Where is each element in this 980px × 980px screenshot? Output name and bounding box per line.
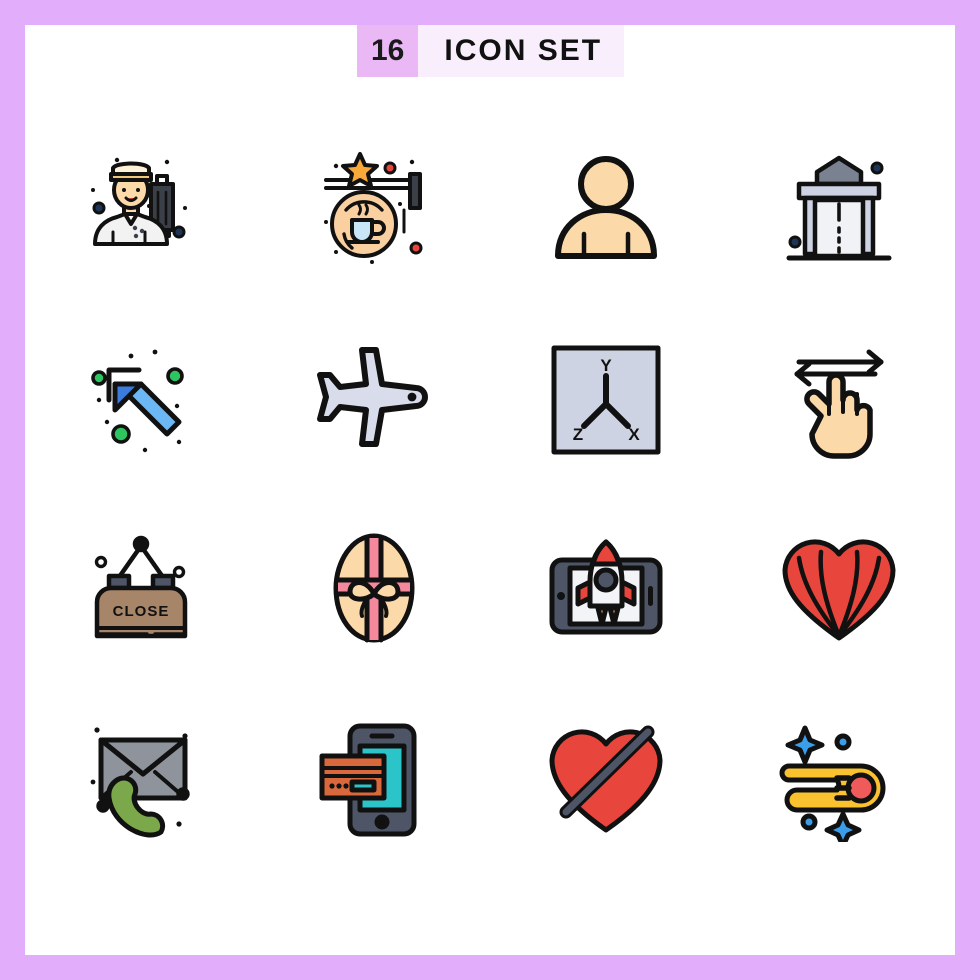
icon-cell-bellboy-with-luggage[interactable] (25, 115, 258, 305)
icon-cell-comet[interactable] (723, 685, 956, 875)
mobile-card-payment-icon (319, 723, 417, 837)
close-sign-text: CLOSE (113, 603, 170, 620)
airplane-icon (316, 347, 428, 447)
page-title: ICON SET (418, 25, 625, 77)
icon-cell-mobile-card-payment[interactable] (258, 685, 491, 875)
icon-set-page: 16 ICON SET Y Z X CLOSE (25, 25, 955, 955)
striped-heart-icon (782, 539, 896, 641)
icon-grid: Y Z X CLOSE (25, 115, 955, 875)
icon-cell-user-avatar[interactable] (490, 115, 723, 305)
icon-cell-coffee-shop-sign[interactable] (258, 115, 491, 305)
comet-icon (779, 725, 886, 842)
bellboy-with-luggage-icon (91, 157, 188, 246)
mail-phone-contact-icon (90, 727, 190, 838)
heart-slash-icon (549, 725, 663, 833)
axis-label-y: Y (601, 356, 613, 375)
icon-cell-close-sign[interactable]: CLOSE (25, 495, 258, 685)
icon-cell-building-entrance[interactable] (723, 115, 956, 305)
swipe-horizontal-gesture-icon (794, 349, 884, 459)
arrow-up-left-icon (91, 349, 185, 453)
easter-egg-icon (333, 533, 415, 643)
axis-label-z: Z (573, 425, 583, 444)
icon-cell-xyz-axis[interactable]: Y Z X (490, 305, 723, 495)
axis-label-x: X (629, 425, 641, 444)
coffee-shop-sign-icon (323, 152, 423, 264)
user-avatar-icon (555, 156, 658, 259)
header: 16 ICON SET (357, 25, 625, 77)
xyz-axis-icon: Y Z X (551, 345, 661, 455)
icon-cell-easter-egg[interactable] (258, 495, 491, 685)
close-sign-icon: CLOSE (95, 535, 188, 639)
icon-cell-airplane[interactable] (258, 305, 491, 495)
icon-count-badge: 16 (357, 25, 419, 77)
icon-cell-striped-heart[interactable] (723, 495, 956, 685)
icon-cell-arrow-up-left[interactable] (25, 305, 258, 495)
building-entrance-icon (786, 155, 892, 261)
icon-cell-mobile-rocket-launch[interactable] (490, 495, 723, 685)
icon-cell-heart-slash[interactable] (490, 685, 723, 875)
mobile-rocket-launch-icon (549, 539, 663, 635)
icon-cell-mail-phone-contact[interactable] (25, 685, 258, 875)
icon-cell-swipe-horizontal-gesture[interactable] (723, 305, 956, 495)
